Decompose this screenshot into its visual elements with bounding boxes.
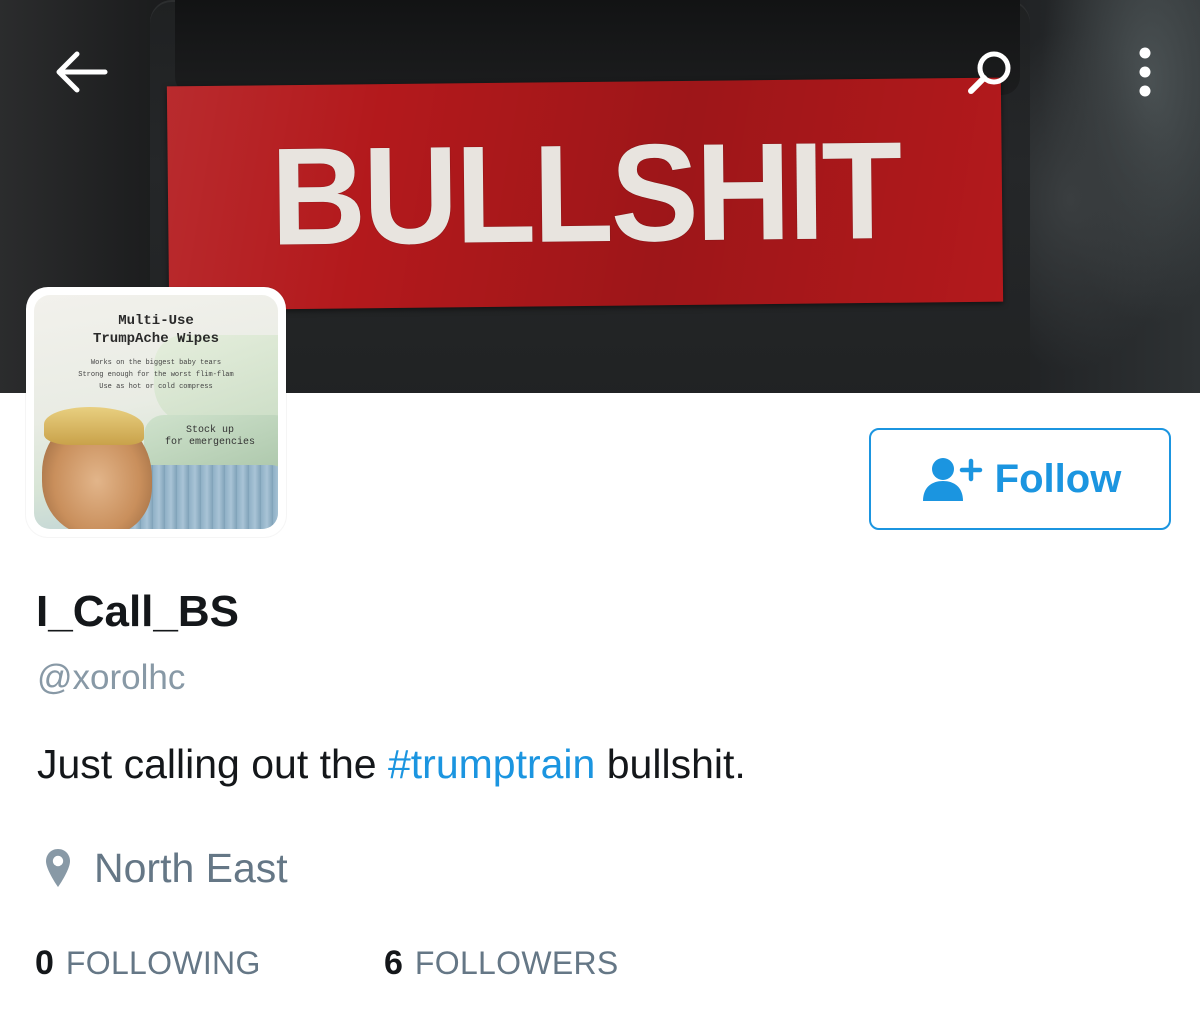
bio-suffix: bullshit. <box>595 741 746 787</box>
avatar-stock-line1: Stock up <box>185 425 234 436</box>
avatar-stock-line2: for emergencies <box>164 437 255 448</box>
avatar-hair <box>44 407 144 445</box>
avatar-text-line2: Strong enough for the worst flim-flam <box>78 371 234 379</box>
avatar-stock-text: Stock up for emergencies <box>142 425 278 449</box>
avatar-title-line2: TrumpAche Wipes <box>92 331 220 347</box>
avatar-text-line1: Works on the biggest baby tears <box>90 359 222 367</box>
follow-button-label: Follow <box>994 456 1122 501</box>
followers-count: 6 <box>384 944 403 982</box>
profile-location: North East <box>44 842 288 894</box>
search-button[interactable] <box>958 40 1022 104</box>
sticker-text: BULLSHIT <box>269 113 901 274</box>
add-user-icon <box>922 458 982 501</box>
followers-stat[interactable]: 6 FOLLOWERS <box>384 944 619 983</box>
banner-sticker: BULLSHIT <box>166 77 1004 311</box>
profile-avatar[interactable]: Multi-Use TrumpAche Wipes Works on the b… <box>26 287 286 537</box>
followers-label: FOLLOWERS <box>414 945 619 981</box>
location-pin-icon <box>46 849 70 887</box>
avatar-image: Multi-Use TrumpAche Wipes Works on the b… <box>34 295 278 529</box>
search-icon <box>968 51 1011 94</box>
more-vertical-icon <box>1139 47 1151 97</box>
back-button[interactable] <box>50 40 114 104</box>
following-label: FOLLOWING <box>65 945 261 981</box>
avatar-wipe-pack <box>154 335 278 425</box>
following-count: 0 <box>35 944 54 982</box>
following-stat[interactable]: 0 FOLLOWING <box>35 944 261 983</box>
bio-hashtag-link[interactable]: #trumptrain <box>388 741 595 787</box>
avatar-text-line3: Use as hot or cold compress <box>99 383 213 391</box>
display-name: I_Call_BS <box>36 587 239 636</box>
arrow-left-icon <box>56 51 108 93</box>
more-options-button[interactable] <box>1113 40 1177 104</box>
profile-page: BULLSHIT Multi-Use TrumpAche Wipes Works… <box>0 0 1200 1024</box>
avatar-title-line1: Multi-Use <box>118 313 194 329</box>
profile-bio: Just calling out the #trumptrain bullshi… <box>37 738 746 790</box>
bio-prefix: Just calling out the <box>37 741 388 787</box>
follow-button[interactable]: Follow <box>869 428 1171 530</box>
user-handle: @xorolhc <box>37 658 186 697</box>
location-text: North East <box>94 845 288 891</box>
